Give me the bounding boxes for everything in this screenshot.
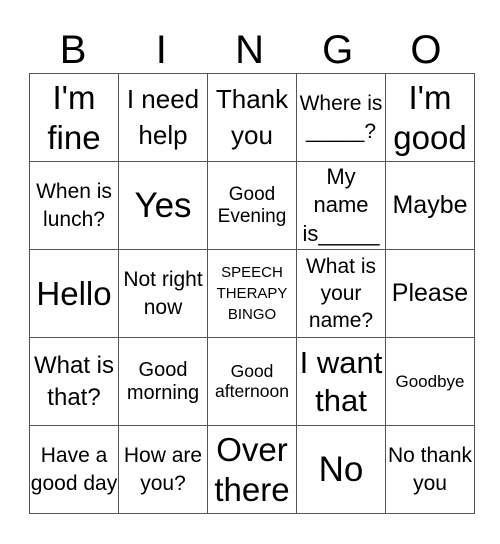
free-space-cell[interactable]: SPEECH THERAPY BINGO bbox=[207, 249, 297, 338]
cell-text: I need help bbox=[126, 84, 200, 150]
cell-text: Over there bbox=[214, 430, 290, 508]
bingo-cell[interactable]: What is that? bbox=[29, 337, 119, 426]
cell-text: Good afternoon bbox=[215, 360, 289, 401]
header-letter-o: O bbox=[410, 28, 442, 72]
cell-text: Goodbye bbox=[395, 371, 465, 391]
bingo-board: I'm fine I need help Thank you Where is … bbox=[29, 73, 475, 514]
bingo-cell[interactable]: Maybe bbox=[385, 161, 475, 250]
board-row: What is that? Good morning Good afternoo… bbox=[29, 337, 475, 426]
cell-text: Please bbox=[391, 279, 469, 308]
bingo-cell[interactable]: I'm fine bbox=[29, 73, 119, 162]
cell-text: No thank you bbox=[387, 444, 473, 495]
header-letter-b: B bbox=[59, 28, 87, 72]
bingo-cell[interactable]: Thank you bbox=[207, 73, 297, 162]
bingo-cell[interactable]: Where is _____? bbox=[296, 73, 386, 162]
bingo-cell[interactable]: Good morning bbox=[118, 337, 208, 426]
bingo-cell[interactable]: Good Evening bbox=[207, 161, 297, 250]
header-letter-g: G bbox=[322, 28, 354, 72]
header-letter-n: N bbox=[235, 28, 264, 72]
cell-text: When is lunch? bbox=[36, 180, 112, 231]
bingo-cell[interactable]: Yes bbox=[118, 161, 208, 250]
cell-text: What is that? bbox=[33, 352, 114, 411]
cell-text: My name is_____ bbox=[302, 163, 380, 246]
free-space-text: SPEECH THERAPY BINGO bbox=[216, 264, 288, 323]
bingo-cell[interactable]: Over there bbox=[207, 425, 297, 514]
cell-text: Good morning bbox=[126, 358, 200, 404]
bingo-cell[interactable]: I want that bbox=[296, 337, 386, 426]
cell-text: I'm good bbox=[393, 78, 467, 156]
cell-text: Good Evening bbox=[217, 184, 287, 227]
header-letter-i: I bbox=[155, 28, 167, 72]
bingo-cell[interactable]: No thank you bbox=[385, 425, 475, 514]
cell-text: Have a good day bbox=[30, 444, 118, 495]
bingo-cell[interactable]: Not right now bbox=[118, 249, 208, 338]
board-row: Hello Not right now SPEECH THERAPY BINGO… bbox=[29, 249, 475, 338]
bingo-cell[interactable]: How are you? bbox=[118, 425, 208, 514]
cell-text: I want that bbox=[299, 345, 383, 418]
cell-text: Yes bbox=[134, 185, 192, 225]
board-row: I'm fine I need help Thank you Where is … bbox=[29, 73, 475, 162]
cell-text: What is your name? bbox=[305, 254, 376, 333]
bingo-cell[interactable]: I'm good bbox=[385, 73, 475, 162]
bingo-cell[interactable]: Good afternoon bbox=[207, 337, 297, 426]
cell-text: Thank you bbox=[215, 84, 289, 150]
bingo-cell[interactable]: When is lunch? bbox=[29, 161, 119, 250]
cell-text: No bbox=[318, 449, 364, 489]
bingo-cell[interactable]: Have a good day bbox=[29, 425, 119, 514]
board-row: When is lunch? Yes Good Evening My name … bbox=[29, 161, 475, 250]
bingo-cell[interactable]: What is your name? bbox=[296, 249, 386, 338]
cell-text: Hello bbox=[36, 274, 112, 312]
cell-text: Not right now bbox=[123, 268, 203, 319]
cell-text: I'm fine bbox=[47, 78, 101, 156]
board-row: Have a good day How are you? Over there … bbox=[29, 425, 475, 514]
bingo-cell[interactable]: No bbox=[296, 425, 386, 514]
cell-text: How are you? bbox=[123, 444, 203, 495]
bingo-cell[interactable]: Please bbox=[385, 249, 475, 338]
bingo-header: B I N G O bbox=[29, 28, 470, 72]
cell-text: Maybe bbox=[392, 191, 468, 220]
bingo-cell[interactable]: I need help bbox=[118, 73, 208, 162]
bingo-cell[interactable]: Goodbye bbox=[385, 337, 475, 426]
cell-text: Where is _____? bbox=[299, 92, 383, 143]
bingo-cell[interactable]: Hello bbox=[29, 249, 119, 338]
bingo-cell[interactable]: My name is_____ bbox=[296, 161, 386, 250]
